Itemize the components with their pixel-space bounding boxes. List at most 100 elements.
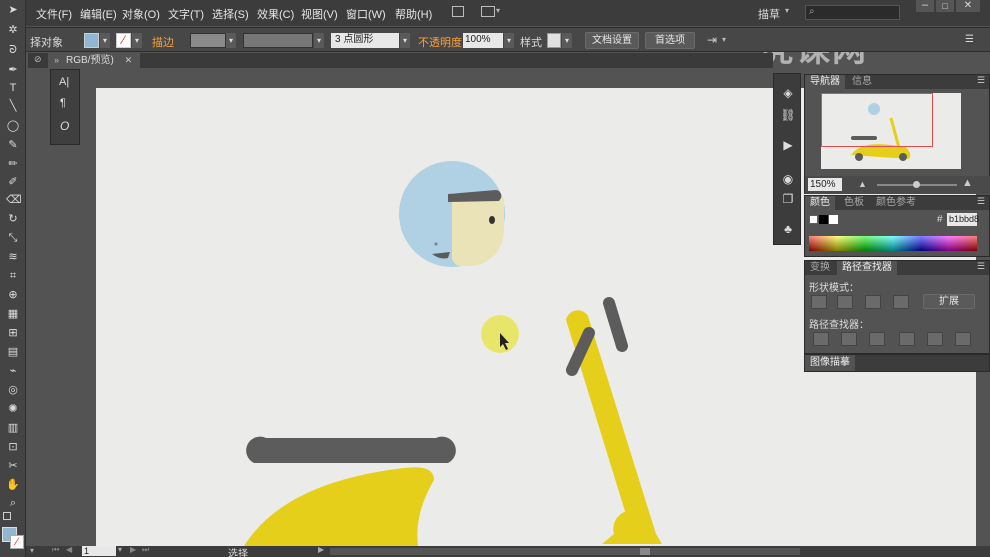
rotate-icon[interactable]: ↻: [6, 213, 20, 225]
column-graph-icon[interactable]: ▥: [6, 422, 20, 434]
scroll-left-icon[interactable]: ▶: [318, 545, 324, 554]
pen-tool-icon[interactable]: ✒: [6, 64, 20, 76]
pencil-icon[interactable]: ✏: [6, 158, 20, 170]
close-tab-icon[interactable]: ✕: [125, 55, 133, 65]
chevron-down-icon[interactable]: ▾: [118, 545, 122, 554]
opacity-label[interactable]: 不透明度: [418, 34, 462, 50]
outline-button[interactable]: [927, 332, 943, 346]
minimize-button[interactable]: –: [916, 0, 934, 12]
tab-info[interactable]: 信息: [847, 75, 877, 89]
more-options-icon[interactable]: ☰: [965, 34, 974, 45]
magic-wand-icon[interactable]: ✲: [6, 24, 20, 36]
document-tab[interactable]: » RGB/预览) ✕: [48, 53, 141, 68]
chevron-down-icon[interactable]: ▾: [496, 6, 500, 15]
search-input[interactable]: ⌕: [805, 5, 900, 20]
tab-color[interactable]: 颜色: [805, 196, 835, 210]
trim-button[interactable]: [841, 332, 857, 346]
menu-view[interactable]: 视图(V): [301, 6, 338, 22]
graphic-styles-icon[interactable]: ❐: [780, 192, 796, 208]
menu-select[interactable]: 选择(S): [212, 6, 249, 22]
tab-navigator[interactable]: 导航器: [805, 75, 845, 89]
blend-icon[interactable]: ◎: [6, 384, 20, 396]
chevron-down-icon[interactable]: ▾: [504, 33, 514, 48]
artboard-icon[interactable]: ⊡: [6, 441, 20, 453]
workspace-switcher[interactable]: 描草: [758, 6, 780, 22]
zoom-icon[interactable]: ⌕: [6, 497, 20, 509]
menu-effect[interactable]: 效果(C): [257, 6, 294, 22]
symbols-icon[interactable]: ♣: [780, 222, 796, 238]
arrange-documents-icon[interactable]: [481, 6, 495, 17]
appearance-icon[interactable]: ◉: [780, 172, 796, 188]
chevron-down-icon[interactable]: ▾: [314, 33, 324, 48]
eraser-icon[interactable]: ⌫: [6, 194, 22, 206]
selection-tool-icon[interactable]: ➤: [6, 4, 20, 16]
chevron-down-icon[interactable]: ▾: [722, 35, 726, 44]
next-page-icon[interactable]: ▶: [130, 545, 136, 554]
chevron-down-icon[interactable]: ▾: [132, 33, 142, 48]
scale-icon[interactable]: ⤡: [6, 232, 20, 244]
merge-button[interactable]: [869, 332, 885, 346]
stroke-color-swatch[interactable]: ⁄: [10, 535, 24, 549]
stroke-weight-field[interactable]: [190, 33, 226, 48]
chevron-down-icon[interactable]: ▾: [100, 33, 110, 48]
black-color-swatch[interactable]: [819, 215, 828, 224]
zoom-dropdown-icon[interactable]: ▾: [30, 546, 34, 555]
blob-brush-icon[interactable]: ✐: [6, 176, 20, 188]
page-number-field[interactable]: 1: [82, 546, 116, 556]
exclude-button[interactable]: [893, 295, 909, 309]
character-icon[interactable]: A|: [59, 76, 69, 88]
collapse-icon[interactable]: ⊘: [34, 54, 42, 65]
tab-image-trace[interactable]: 图像描摹: [805, 355, 855, 371]
color-spectrum[interactable]: [809, 236, 977, 251]
tab-color-guide[interactable]: 颜色参考: [871, 196, 921, 210]
eyedropper-icon[interactable]: ⌁: [6, 365, 20, 377]
links-icon[interactable]: ⛓: [780, 108, 796, 124]
chevron-down-icon[interactable]: ▾: [226, 33, 236, 48]
shape-builder-icon[interactable]: ⊕: [6, 289, 20, 301]
none-color-swatch[interactable]: [809, 215, 818, 224]
maximize-button[interactable]: □: [936, 0, 954, 12]
actions-play-icon[interactable]: ▶: [780, 138, 796, 154]
chevron-down-icon[interactable]: ▾: [400, 33, 410, 48]
stroke-swatch[interactable]: ⁄: [116, 33, 131, 48]
variable-width-profile[interactable]: [243, 33, 313, 48]
tab-pathfinder[interactable]: 路径查找器: [837, 261, 897, 275]
ellipse-tool-icon[interactable]: ◯: [6, 120, 20, 132]
brush-definition[interactable]: 3 点圆形: [331, 33, 399, 48]
zoom-out-icon[interactable]: ▲: [858, 179, 872, 189]
menu-help[interactable]: 帮助(H): [395, 6, 432, 22]
minus-back-button[interactable]: [955, 332, 971, 346]
layers-icon[interactable]: ◈: [780, 86, 796, 102]
first-page-icon[interactable]: ⏮: [52, 545, 59, 555]
menu-object[interactable]: 对象(O): [122, 6, 160, 22]
panel-menu-icon[interactable]: ☰: [977, 75, 985, 86]
perspective-grid-icon[interactable]: ▦: [6, 308, 20, 320]
menu-edit[interactable]: 编辑(E): [80, 6, 117, 22]
intersect-button[interactable]: [865, 295, 881, 309]
chevron-down-icon[interactable]: ▾: [785, 6, 789, 15]
menu-type[interactable]: 文字(T): [168, 6, 204, 22]
zoom-field[interactable]: 150%: [808, 178, 842, 191]
minus-front-button[interactable]: [837, 295, 853, 309]
expand-button[interactable]: 扩展: [923, 294, 975, 309]
lasso-icon[interactable]: ᘐ: [6, 44, 20, 56]
type-tool-icon[interactable]: T: [6, 82, 20, 94]
navigator-thumbnail[interactable]: [821, 93, 961, 169]
zoom-in-icon[interactable]: ▲: [962, 177, 973, 189]
symbol-sprayer-icon[interactable]: ✺: [6, 403, 20, 415]
last-page-icon[interactable]: ⏭: [142, 545, 149, 555]
menu-window[interactable]: 窗口(W): [346, 6, 386, 22]
bridge-icon[interactable]: [452, 6, 464, 17]
free-transform-icon[interactable]: ⌗: [6, 270, 20, 282]
scrollbar-thumb[interactable]: [640, 548, 650, 555]
horizontal-scrollbar[interactable]: [330, 548, 800, 555]
slice-icon[interactable]: ✂: [6, 460, 20, 472]
divide-button[interactable]: [813, 332, 829, 346]
document-setup-button[interactable]: 文档设置: [585, 32, 639, 49]
menu-file[interactable]: 文件(F): [36, 6, 72, 22]
view-area-frame[interactable]: [821, 93, 933, 147]
tab-swatches[interactable]: 色板: [839, 196, 869, 210]
panel-menu-icon[interactable]: ☰: [977, 261, 985, 272]
hex-input[interactable]: b1bbd8: [947, 213, 979, 226]
line-tool-icon[interactable]: ╲: [6, 100, 20, 112]
